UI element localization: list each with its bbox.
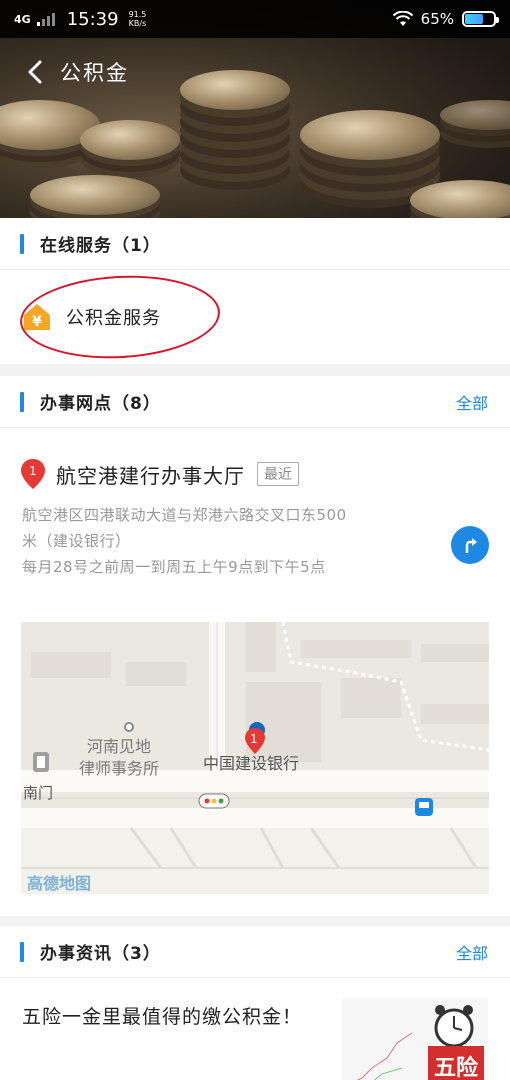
- section-accent-bar: [20, 233, 24, 254]
- section-title: 在线服务（1）: [40, 236, 161, 256]
- office-address: 航空港区四港联动大道与郑港六路交叉口东500米（建设银行）: [22, 506, 347, 550]
- signal-icon: [36, 12, 55, 26]
- office-name: 航空港建行办事大厅: [56, 463, 245, 488]
- section-title: 办事网点（8）: [40, 394, 161, 414]
- news-thumbnail[interactable]: 五险: [342, 998, 488, 1080]
- navigate-button[interactable]: [451, 526, 489, 564]
- map-bank-label: 中国建设银行: [203, 754, 300, 773]
- coin-image: [30, 175, 160, 215]
- chevron-left-icon: [28, 60, 42, 84]
- battery-percent: 65%: [420, 10, 454, 28]
- back-button[interactable]: [20, 57, 50, 87]
- wifi-icon: [392, 11, 413, 26]
- network-speed: 91.5 KB/s: [129, 10, 147, 28]
- offices-section: 办事网点（8） 全部 1 航空港建行办事大厅 最近 航空港区四港联动大道与郑港六…: [0, 376, 510, 916]
- map-gate-label: 南门: [23, 784, 54, 802]
- nearest-tag: 最近: [257, 462, 299, 486]
- service-item[interactable]: ¥ 公积金服务: [0, 270, 510, 364]
- section-header: 办事资讯（3） 全部: [0, 926, 510, 978]
- coin-stack-image: [300, 110, 440, 160]
- map-pin-icon: 1: [21, 459, 45, 489]
- section-header: 办事网点（8） 全部: [0, 376, 510, 428]
- speed-value: 91.5: [128, 10, 147, 19]
- status-bar: 4G 15:39 91.5 KB/s 65%: [0, 0, 510, 38]
- map-brand-logo: 高德地图: [27, 874, 92, 893]
- map-poi-label: 河南见地 律师事务所: [79, 736, 159, 780]
- section-header: 在线服务（1）: [0, 218, 510, 270]
- coin-image: [440, 100, 510, 130]
- office-card[interactable]: 1 航空港建行办事大厅 最近 航空港区四港联动大道与郑港六路交叉口东500米（建…: [0, 428, 510, 580]
- route-arrow-icon: [465, 538, 477, 553]
- clock: 15:39: [66, 8, 119, 30]
- news-all-link[interactable]: 全部: [456, 940, 488, 964]
- section-title: 办事资讯（3）: [40, 944, 161, 964]
- top-nav: 公积金: [0, 48, 510, 96]
- map-marker-number: 1: [250, 732, 258, 746]
- section-accent-bar: [20, 941, 24, 962]
- poi-label-line1: 河南见地: [87, 737, 152, 756]
- online-service-section: 在线服务（1） ¥ 公积金服务: [0, 218, 510, 364]
- pin-number: 1: [29, 464, 37, 478]
- coin-image: [410, 180, 510, 218]
- news-section: 办事资讯（3） 全部 五险一金里最值得的缴公积金！ 五险: [0, 926, 510, 1080]
- location-map[interactable]: 1 河南见地 律师事务所 中国建设银行 南门 高德地图: [21, 622, 489, 894]
- battery-icon: [462, 11, 499, 27]
- office-hours: 每月28号之前周一到周五上午9点到下午5点: [22, 558, 326, 576]
- section-accent-bar: [20, 391, 24, 412]
- thumbnail-text: 五险: [434, 1056, 479, 1080]
- speed-unit: KB/s: [128, 19, 147, 28]
- page-title: 公积金: [60, 61, 129, 85]
- network-type: 4G: [14, 12, 31, 26]
- highlight-circle: [17, 270, 223, 364]
- coin-image: [80, 120, 180, 160]
- offices-all-link[interactable]: 全部: [456, 390, 488, 414]
- poi-label-line2: 律师事务所: [79, 759, 160, 778]
